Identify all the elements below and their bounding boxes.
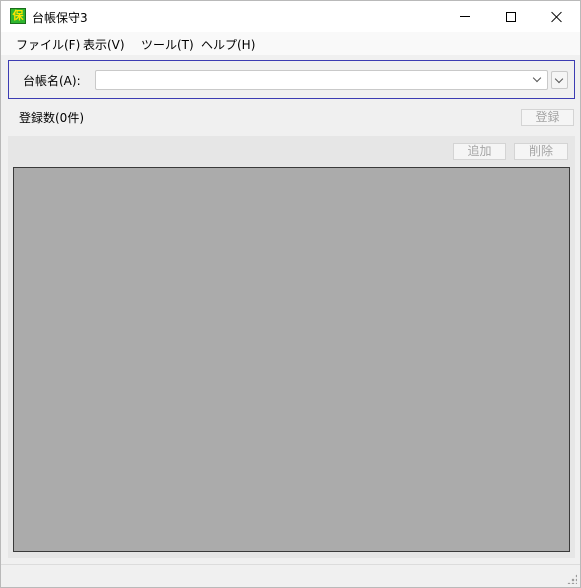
close-button[interactable]: [534, 1, 580, 32]
close-icon: [551, 11, 563, 23]
ledger-name-group: 台帳名(A):: [8, 60, 575, 99]
chevron-down-icon: [555, 75, 565, 85]
resize-grip-icon[interactable]: [567, 574, 577, 584]
ledger-app-icon[interactable]: 保: [10, 8, 26, 24]
chevron-down-icon[interactable]: [533, 74, 543, 84]
minimize-button[interactable]: [442, 1, 488, 32]
register-button[interactable]: 登録: [521, 109, 574, 126]
menu-bar: ファイル(F) 表示(V) ツール(T) ヘルプ(H): [1, 32, 580, 55]
maximize-button[interactable]: [488, 1, 534, 32]
minimize-icon: [460, 16, 470, 17]
menu-tools[interactable]: ツール(T): [141, 36, 194, 53]
menu-view[interactable]: 表示(V): [83, 36, 125, 53]
ledger-name-label: 台帳名(A):: [23, 74, 81, 88]
status-bar: [1, 564, 580, 587]
entry-count-label: 登録数(0件): [19, 111, 84, 125]
window-title: 台帳保守3: [32, 11, 88, 25]
title-bar[interactable]: 保 台帳保守3: [1, 1, 580, 32]
entries-panel: 追加 削除: [8, 136, 575, 558]
menu-help[interactable]: ヘルプ(H): [201, 36, 255, 53]
add-button[interactable]: 追加: [453, 143, 506, 160]
ledger-dropdown-button[interactable]: [551, 71, 568, 89]
ledger-name-combobox[interactable]: [95, 70, 548, 90]
entries-grid[interactable]: [13, 167, 570, 552]
maximize-icon: [506, 11, 516, 22]
menu-file[interactable]: ファイル(F): [16, 36, 80, 53]
delete-button[interactable]: 削除: [514, 143, 568, 160]
main-window: 保 台帳保守3 ファイル(F) 表示(V) ツール(T) ヘルプ(H) 台帳名(…: [0, 0, 581, 588]
